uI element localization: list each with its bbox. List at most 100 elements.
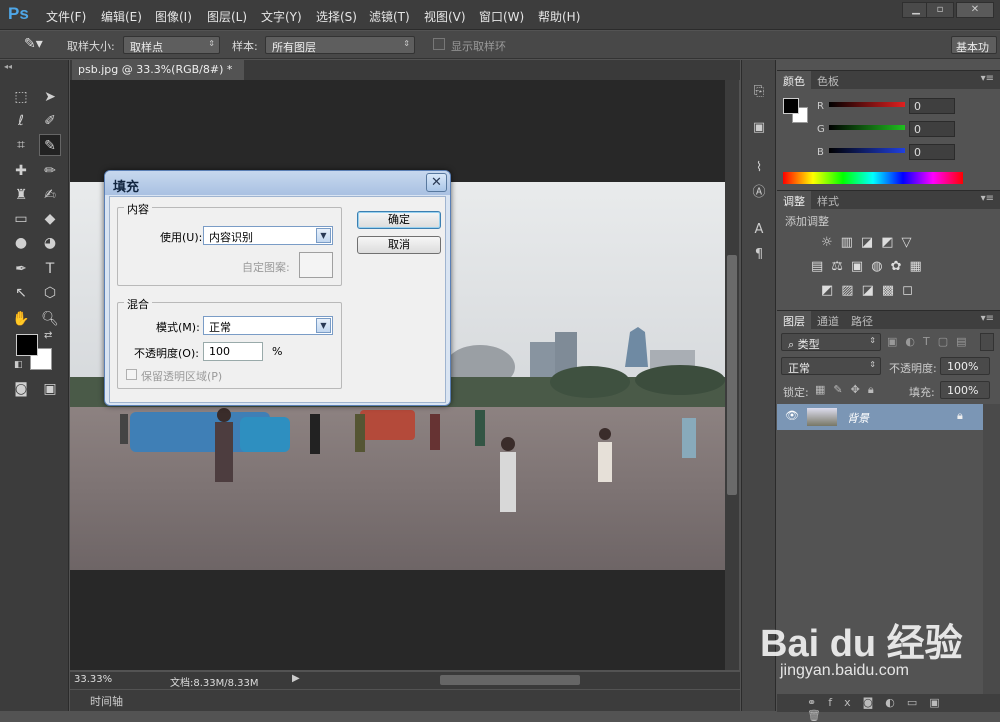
preserve-transparency-checkbox[interactable] [126,369,137,380]
pen-tool-icon[interactable]: ✒ [10,258,32,280]
panel-menu-icon[interactable]: ▾≡ [981,193,994,204]
blur-tool-icon[interactable]: ● [10,232,32,254]
chevron-updown-icon: ⇕ [869,336,876,345]
lock-icons[interactable]: ▦✎✥🔒︎ [815,383,882,397]
adjustment-icons-row2[interactable]: ▤⚖▣◍✿▦ [811,259,930,274]
menu-image[interactable]: 图像(I) [155,8,192,25]
path-select-tool-icon[interactable]: ↖ [10,282,32,304]
brush-preset-icon[interactable]: ⌇ [749,158,769,178]
dialog-body: 内容 使用(U): 内容识别 ▼ 自定图案: 混合 模式(M): 正常 ▼ 不透明度… [109,196,446,403]
channel-b-value[interactable]: 0 [909,144,955,160]
crop-tool-icon[interactable]: ⌗ [10,134,32,156]
horizontal-scroll-thumb[interactable] [440,675,580,685]
eyedropper-icon[interactable]: ✎▾ [24,36,44,54]
tab-color[interactable]: 颜色 [777,71,811,89]
blend-mode-select[interactable]: 正常 ⇕ [781,357,881,375]
maximize-button[interactable]: ▫ [926,2,954,18]
foreground-color-swatch-front[interactable] [16,334,38,356]
collapse-icon[interactable]: ◂◂ [4,62,12,71]
channel-b-slider[interactable] [829,148,905,153]
paragraph-icon[interactable]: ¶ [749,245,769,265]
dialog-titlebar[interactable] [105,171,450,195]
shape-tool-icon[interactable]: ⬡ [39,282,61,304]
tab-layers[interactable]: 图层 [777,311,811,329]
tab-adjustments[interactable]: 调整 [777,191,811,209]
channel-r-slider[interactable] [829,102,905,107]
properties-icon[interactable]: ▣ [749,118,769,138]
vertical-scrollbar[interactable] [725,80,739,670]
sample-select[interactable]: 所有图层 ⇕ [265,36,415,54]
screen-mode-icon[interactable]: ▣ [39,378,61,400]
move-tool-icon[interactable]: ➤ [39,86,61,108]
fg-color-swatch[interactable] [783,98,799,114]
quick-select-tool-icon[interactable]: ✐ [39,110,61,132]
show-ring-checkbox[interactable] [433,38,445,50]
menu-layer[interactable]: 图层(L) [207,8,247,25]
adjustment-icons-row3[interactable]: ◩▨◪▩◻ [821,283,921,298]
panel-menu-icon[interactable]: ▾≡ [981,313,994,324]
eye-icon[interactable]: 👁︎ [785,409,799,422]
status-menu-arrow-icon[interactable]: ▶ [292,673,300,684]
document-tab[interactable]: psb.jpg @ 33.3%(RGB/8#) * × [72,60,244,89]
sample-size-select[interactable]: 取样点 ⇕ [123,36,220,54]
tab-swatches[interactable]: 色板 [811,71,845,89]
zoom-level[interactable]: 33.33% [74,674,112,685]
quick-mask-icon[interactable]: ◙ [10,378,32,400]
dodge-tool-icon[interactable]: ◕ [39,232,61,254]
brush-tool-icon[interactable]: ✏ [39,160,61,182]
default-colors-icon[interactable]: ◧ [14,360,23,370]
menu-filter[interactable]: 滤镜(T) [369,8,410,25]
clone-stamp-tool-icon[interactable]: ♜ [10,184,32,206]
lasso-tool-icon[interactable]: ℓ [10,110,32,132]
menu-type[interactable]: 文字(Y) [261,8,302,25]
scroll-thumb[interactable] [727,255,737,495]
hand-tool-icon[interactable]: ✋ [10,308,32,330]
paint-bucket-tool-icon[interactable]: ◆ [39,208,61,230]
filter-toggle[interactable] [980,333,994,351]
tab-styles[interactable]: 样式 [811,191,845,209]
ok-button[interactable]: 确定 [357,211,441,229]
channel-g-slider[interactable] [829,125,905,130]
color-spectrum-bar[interactable] [783,172,963,184]
cancel-button[interactable]: 取消 [357,236,441,254]
layers-footer-icons[interactable]: ⚭fx◙◐▭▣🗑︎ [777,694,1000,722]
history-brush-tool-icon[interactable]: ✍ [39,184,61,206]
dialog-close-button[interactable]: ✕ [426,173,447,192]
character-icon[interactable]: A [749,220,769,240]
panel-menu-icon[interactable]: ▾≡ [981,73,994,84]
history-icon[interactable]: ⎘ [749,82,769,102]
mode-select[interactable]: 正常 ▼ [203,316,333,335]
eyedropper-tool-icon[interactable]: ✎ [39,134,61,156]
layer-kind-filter[interactable]: ⌕ 类型 ⇕ [781,333,881,351]
layer-row[interactable]: 👁︎ 背景 🔒︎ [777,404,983,430]
healing-brush-tool-icon[interactable]: ✚ [10,160,32,182]
zoom-tool-icon[interactable]: 🔍︎ [39,308,61,330]
tab-channels[interactable]: 通道 [811,311,845,329]
eraser-tool-icon[interactable]: ▭ [10,208,32,230]
layer-filter-icons[interactable]: ▣◐T▢▤ [887,335,975,348]
channel-r-value[interactable]: 0 [909,98,955,114]
menu-window[interactable]: 窗口(W) [479,8,524,25]
marquee-tool-icon[interactable]: ⬚ [10,86,32,108]
fill-field[interactable]: 100% [940,381,990,399]
channel-g-value[interactable]: 0 [909,121,955,137]
swap-colors-icon[interactable]: ⇄ [44,330,52,341]
character-styles-icon[interactable]: Ⓐ [749,183,769,203]
menu-edit[interactable]: 编辑(E) [101,8,142,25]
menu-file[interactable]: 文件(F) [46,8,86,25]
text-tool-icon[interactable]: T [39,258,61,280]
menu-select[interactable]: 选择(S) [316,8,357,25]
workspace-button[interactable]: 基本功 [951,36,997,54]
close-window-button[interactable]: ✕ [956,2,994,18]
dialog-title: 填充 [113,180,140,195]
opacity-input[interactable]: 100 [203,342,263,361]
menu-help[interactable]: 帮助(H) [538,8,580,25]
adjustment-icons-row1[interactable]: ☼▥◪◩▽ [821,235,920,250]
tab-paths[interactable]: 路径 [845,311,879,329]
timeline-label[interactable]: 时间轴 [90,693,123,709]
use-select[interactable]: 内容识别 ▼ [203,226,333,245]
menu-view[interactable]: 视图(V) [424,8,466,25]
layer-opacity-field[interactable]: 100% [940,357,990,375]
layers-scrollbar[interactable] [983,404,1000,694]
layer-name[interactable]: 背景 [847,410,869,426]
